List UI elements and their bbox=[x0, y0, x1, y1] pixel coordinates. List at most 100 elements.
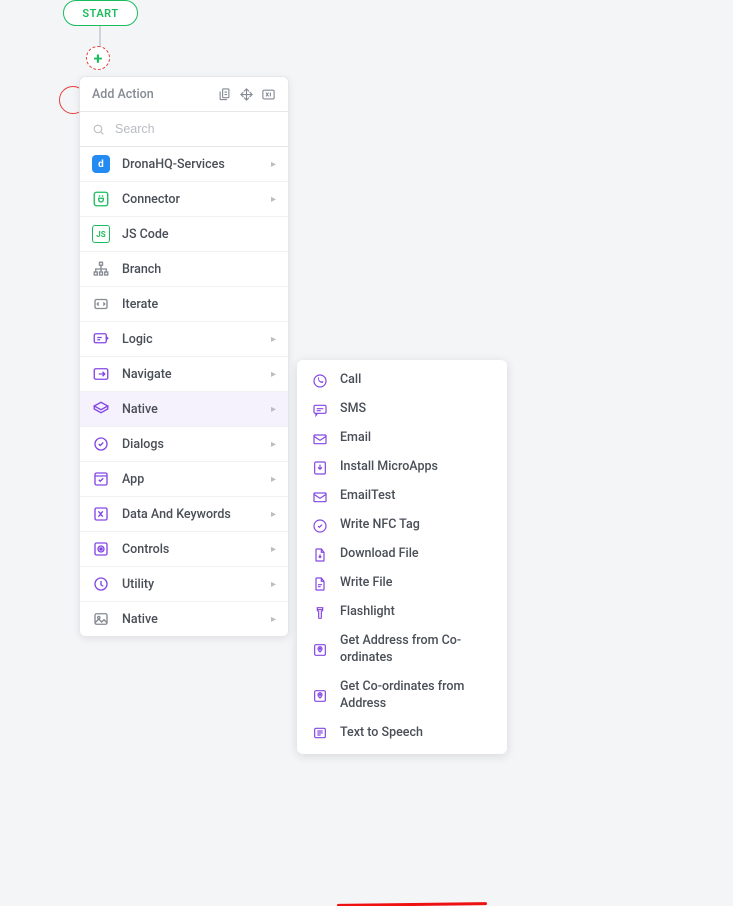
dropdown-list: d DronaHQ-Services ▸ Connector ▸ JS JS C… bbox=[80, 147, 288, 636]
submenu-item-label: Email bbox=[340, 430, 371, 447]
submenu-item-label: Install MicroApps bbox=[340, 459, 438, 476]
add-action-dropdown: Add Action d DronaHQ-Services ▸ Con bbox=[79, 76, 289, 637]
search-input[interactable] bbox=[115, 118, 276, 140]
chevron-right-icon: ▸ bbox=[271, 509, 276, 520]
sms-icon bbox=[311, 401, 328, 418]
menu-item-navigate[interactable]: Navigate ▸ bbox=[80, 357, 288, 392]
submenu-item-flashlight[interactable]: Flashlight bbox=[297, 598, 507, 627]
logic-icon bbox=[92, 330, 110, 348]
menu-item-js-code[interactable]: JS JS Code bbox=[80, 217, 288, 252]
image-icon bbox=[92, 610, 110, 628]
menu-item-label: Navigate bbox=[122, 367, 259, 382]
connector-icon bbox=[92, 190, 110, 208]
menu-item-label: Dialogs bbox=[122, 437, 259, 452]
search-icon bbox=[92, 122, 105, 137]
utility-icon bbox=[92, 575, 110, 593]
menu-item-branch[interactable]: Branch bbox=[80, 252, 288, 287]
paste-icon[interactable] bbox=[216, 86, 232, 102]
phone-icon bbox=[311, 372, 328, 389]
menu-item-connector[interactable]: Connector ▸ bbox=[80, 182, 288, 217]
chevron-right-icon: ▸ bbox=[271, 439, 276, 450]
chevron-right-icon: ▸ bbox=[271, 404, 276, 415]
submenu-item-sms[interactable]: SMS bbox=[297, 395, 507, 424]
iterate-icon bbox=[92, 295, 110, 313]
submenu-item-label: Download File bbox=[340, 546, 419, 563]
menu-item-dialogs[interactable]: Dialogs ▸ bbox=[80, 427, 288, 462]
dronahq-icon: d bbox=[92, 155, 110, 173]
menu-item-app[interactable]: App ▸ bbox=[80, 462, 288, 497]
submenu-item-label: Write File bbox=[340, 575, 392, 592]
file-write-icon bbox=[311, 575, 328, 592]
chevron-right-icon: ▸ bbox=[271, 544, 276, 555]
menu-item-label: App bbox=[122, 472, 259, 487]
submenu-item-label: Call bbox=[340, 372, 361, 389]
chevron-right-icon: ▸ bbox=[271, 369, 276, 380]
nfc-icon bbox=[311, 517, 328, 534]
chevron-right-icon: ▸ bbox=[271, 614, 276, 625]
chevron-right-icon: ▸ bbox=[271, 579, 276, 590]
submenu-item-emailtest[interactable]: EmailTest bbox=[297, 482, 507, 511]
submenu-item-email[interactable]: Email bbox=[297, 424, 507, 453]
menu-item-controls[interactable]: Controls ▸ bbox=[80, 532, 288, 567]
start-node[interactable]: START bbox=[63, 0, 138, 26]
submenu-item-text-to-speech[interactable]: Text to Speech bbox=[297, 719, 507, 748]
submenu-item-label: Get Address from Co-ordinates bbox=[340, 633, 493, 667]
submenu-item-label: Text to Speech bbox=[340, 725, 423, 742]
file-download-icon bbox=[311, 546, 328, 563]
menu-item-label: Connector bbox=[122, 192, 259, 207]
submenu-item-write-file[interactable]: Write File bbox=[297, 569, 507, 598]
move-icon[interactable] bbox=[238, 86, 254, 102]
menu-item-logic[interactable]: Logic ▸ bbox=[80, 322, 288, 357]
submenu-item-install-microapps[interactable]: Install MicroApps bbox=[297, 453, 507, 482]
menu-item-label: Branch bbox=[122, 262, 276, 277]
menu-item-utility[interactable]: Utility ▸ bbox=[80, 567, 288, 602]
location-icon bbox=[311, 687, 328, 704]
submenu-item-label: Write NFC Tag bbox=[340, 517, 420, 534]
search-row bbox=[80, 112, 288, 147]
controls-icon bbox=[92, 540, 110, 558]
submenu-item-label: Get Co-ordinates from Address bbox=[340, 679, 493, 713]
download-icon bbox=[311, 459, 328, 476]
submenu-item-label: EmailTest bbox=[340, 488, 395, 505]
menu-item-label: DronaHQ-Services bbox=[122, 157, 259, 172]
menu-item-native[interactable]: Native ▸ bbox=[80, 392, 288, 427]
native-submenu: Call SMS Email Install MicroApps EmailTe… bbox=[297, 360, 507, 754]
submenu-item-get-address[interactable]: Get Address from Co-ordinates bbox=[297, 627, 507, 673]
menu-item-label: Controls bbox=[122, 542, 259, 557]
speech-icon bbox=[311, 725, 328, 742]
dropdown-header-actions bbox=[216, 86, 276, 102]
native-icon bbox=[92, 400, 110, 418]
branch-icon bbox=[92, 260, 110, 278]
menu-item-label: Data And Keywords bbox=[122, 507, 259, 522]
add-action-plus[interactable]: + bbox=[86, 46, 110, 70]
submenu-item-call[interactable]: Call bbox=[297, 366, 507, 395]
js-icon: JS bbox=[92, 225, 110, 243]
dropdown-header: Add Action bbox=[80, 77, 288, 112]
start-label: START bbox=[82, 7, 118, 20]
menu-item-label: JS Code bbox=[122, 227, 276, 242]
menu-item-label: Native bbox=[122, 612, 259, 627]
email-icon bbox=[311, 488, 328, 505]
menu-item-label: Native bbox=[122, 402, 259, 417]
menu-item-dronahq-services[interactable]: d DronaHQ-Services ▸ bbox=[80, 147, 288, 182]
submenu-item-download-file[interactable]: Download File bbox=[297, 540, 507, 569]
chevron-right-icon: ▸ bbox=[271, 194, 276, 205]
submenu-item-label: Flashlight bbox=[340, 604, 395, 621]
submenu-item-write-nfc[interactable]: Write NFC Tag bbox=[297, 511, 507, 540]
menu-item-native-2[interactable]: Native ▸ bbox=[80, 602, 288, 636]
menu-item-label: Iterate bbox=[122, 297, 276, 312]
menu-item-label: Utility bbox=[122, 577, 259, 592]
location-icon bbox=[311, 641, 328, 658]
chevron-right-icon: ▸ bbox=[271, 159, 276, 170]
submenu-item-get-coordinates[interactable]: Get Co-ordinates from Address bbox=[297, 673, 507, 719]
submenu-item-label: SMS bbox=[340, 401, 366, 418]
app-icon bbox=[92, 470, 110, 488]
menu-item-iterate[interactable]: Iterate bbox=[80, 287, 288, 322]
highlight-annotation bbox=[337, 902, 487, 906]
data-icon bbox=[92, 505, 110, 523]
chevron-right-icon: ▸ bbox=[271, 474, 276, 485]
variable-icon[interactable] bbox=[260, 86, 276, 102]
chevron-right-icon: ▸ bbox=[271, 334, 276, 345]
flashlight-icon bbox=[311, 604, 328, 621]
menu-item-data-keywords[interactable]: Data And Keywords ▸ bbox=[80, 497, 288, 532]
